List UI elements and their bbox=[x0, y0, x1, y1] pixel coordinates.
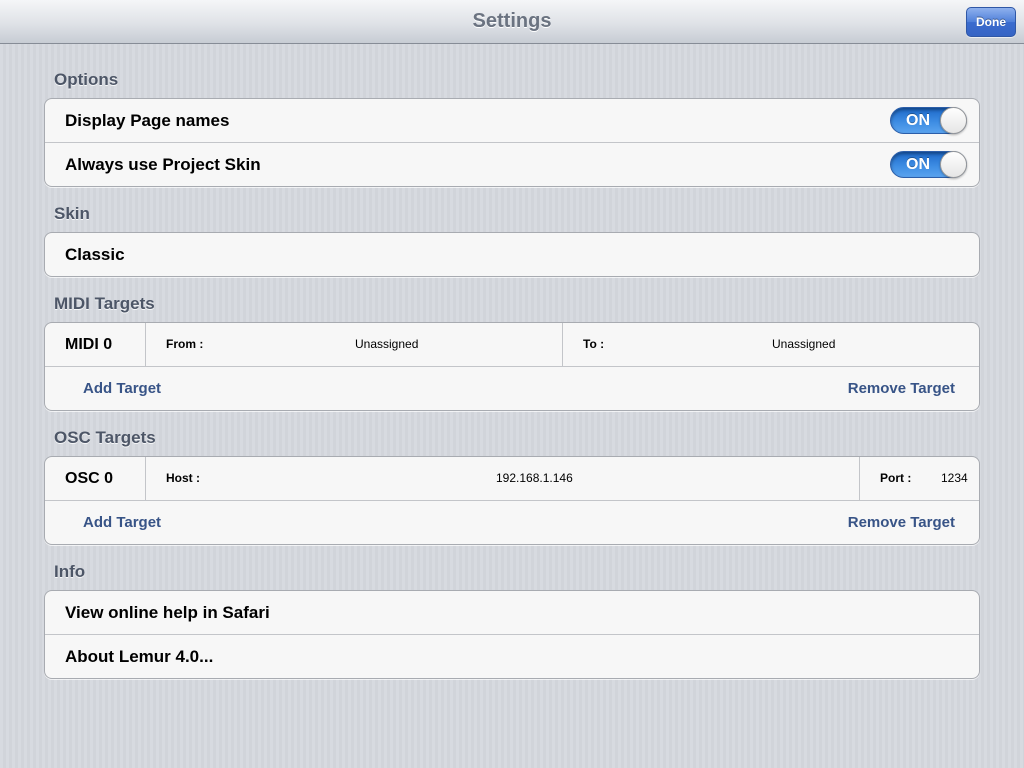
osc-target-name: OSC 0 bbox=[65, 470, 114, 487]
osc-port-cell[interactable]: Port : 1234 bbox=[859, 457, 979, 500]
section-header-options: Options bbox=[54, 70, 119, 89]
midi-from-cell[interactable]: From : Unassigned bbox=[145, 323, 562, 366]
osc-host-label: Host : bbox=[166, 471, 200, 485]
page-title: Settings bbox=[472, 10, 552, 32]
toggle-knob bbox=[940, 107, 967, 134]
skin-row[interactable]: Classic bbox=[45, 233, 979, 276]
midi-target-row: MIDI 0 From : Unassigned To : Unassigned bbox=[45, 323, 979, 366]
midi-to-cell[interactable]: To : Unassigned bbox=[562, 323, 979, 366]
midi-remove-target-button[interactable]: Remove Target bbox=[848, 367, 955, 410]
skin-group: Classic bbox=[44, 232, 980, 277]
section-header-info: Info bbox=[54, 562, 86, 581]
osc-targets-group: OSC 0 Host : 192.168.1.146 Port : 1234 A… bbox=[44, 456, 980, 545]
toggle-state-label: ON bbox=[906, 156, 930, 173]
skin-value: Classic bbox=[65, 245, 125, 264]
osc-remove-target-button[interactable]: Remove Target bbox=[848, 501, 955, 544]
options-group: Display Page names ON Always use Project… bbox=[44, 98, 980, 187]
option-row-always-use-project-skin: Always use Project Skin ON bbox=[45, 142, 979, 186]
option-label: Always use Project Skin bbox=[65, 155, 261, 174]
osc-port-label: Port : bbox=[880, 471, 912, 485]
navigation-bar: Settings Done bbox=[0, 0, 1024, 44]
option-row-display-page-names: Display Page names ON bbox=[45, 99, 979, 142]
midi-add-target-button[interactable]: Add Target bbox=[83, 367, 161, 410]
osc-target-row: OSC 0 Host : 192.168.1.146 Port : 1234 bbox=[45, 457, 979, 500]
done-button[interactable]: Done bbox=[966, 7, 1016, 37]
section-header-midi-targets: MIDI Targets bbox=[54, 294, 155, 313]
midi-from-label: From : bbox=[166, 337, 204, 351]
osc-host-cell[interactable]: Host : 192.168.1.146 bbox=[145, 457, 859, 500]
info-label: About Lemur 4.0... bbox=[65, 647, 214, 666]
osc-port-value: 1234 bbox=[941, 471, 968, 485]
midi-target-name: MIDI 0 bbox=[65, 336, 113, 353]
midi-actions-row: Add Target Remove Target bbox=[45, 366, 979, 410]
toggle-knob bbox=[940, 151, 967, 178]
info-row-online-help[interactable]: View online help in Safari bbox=[45, 591, 979, 634]
toggle-state-label: ON bbox=[906, 112, 930, 129]
section-header-osc-targets: OSC Targets bbox=[54, 428, 156, 447]
midi-from-value: Unassigned bbox=[355, 337, 419, 351]
info-group: View online help in Safari About Lemur 4… bbox=[44, 590, 980, 679]
section-header-skin: Skin bbox=[54, 204, 90, 223]
always-use-project-skin-toggle[interactable]: ON bbox=[890, 151, 967, 178]
midi-targets-group: MIDI 0 From : Unassigned To : Unassigned… bbox=[44, 322, 980, 411]
display-page-names-toggle[interactable]: ON bbox=[890, 107, 967, 134]
midi-to-value: Unassigned bbox=[772, 337, 836, 351]
midi-to-label: To : bbox=[583, 337, 605, 351]
osc-add-target-button[interactable]: Add Target bbox=[83, 501, 161, 544]
option-label: Display Page names bbox=[65, 111, 230, 130]
osc-host-value: 192.168.1.146 bbox=[496, 471, 573, 485]
info-row-about[interactable]: About Lemur 4.0... bbox=[45, 634, 979, 678]
osc-actions-row: Add Target Remove Target bbox=[45, 500, 979, 544]
info-label: View online help in Safari bbox=[65, 603, 270, 622]
